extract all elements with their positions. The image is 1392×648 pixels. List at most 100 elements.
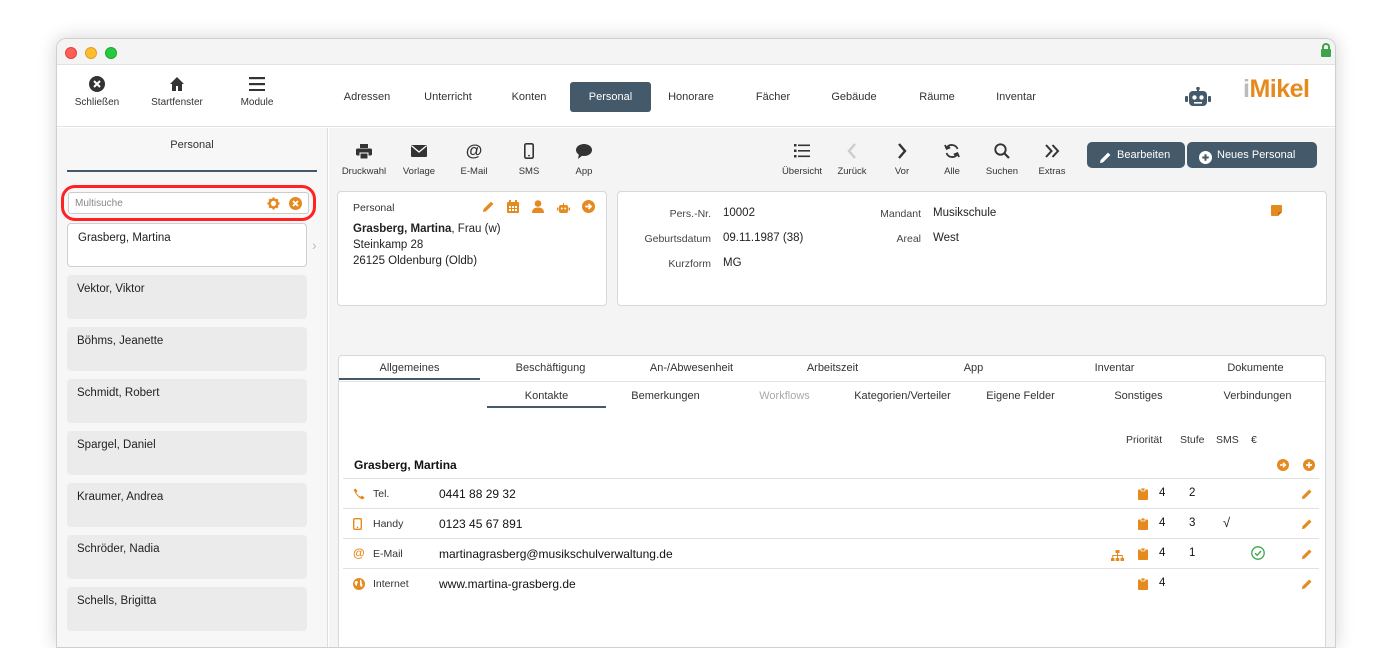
contact-type: E-Mail bbox=[373, 548, 403, 560]
minimize-window-button[interactable] bbox=[85, 47, 97, 59]
bearbeiten-button[interactable]: Bearbeiten bbox=[1087, 142, 1185, 168]
close-window-button[interactable] bbox=[65, 47, 77, 59]
pencil-icon[interactable] bbox=[1301, 547, 1313, 565]
sitemap-icon[interactable] bbox=[1111, 548, 1124, 566]
modules-button[interactable]: Module bbox=[217, 73, 297, 108]
contact-stufe: 3 bbox=[1189, 517, 1196, 529]
multisearch-input[interactable] bbox=[69, 193, 249, 213]
arrow-right-circle-icon[interactable] bbox=[1277, 458, 1289, 476]
nav-tab-gebaeude[interactable]: Gebäude bbox=[817, 82, 891, 112]
contact-value: 0123 45 67 891 bbox=[439, 517, 523, 531]
extras-button[interactable]: Extras bbox=[1022, 140, 1082, 177]
druckwahl-button[interactable]: Druckwahl bbox=[334, 140, 394, 177]
subtab-kategorien-verteiler[interactable]: Kategorien/Verteiler bbox=[843, 390, 962, 408]
pencil-icon[interactable] bbox=[482, 200, 495, 218]
nav-tab-raeume[interactable]: Räume bbox=[905, 82, 969, 112]
tab-app[interactable]: App bbox=[903, 356, 1044, 380]
sms-header: SMS bbox=[1216, 434, 1239, 446]
list-item[interactable]: Spargel, Daniel bbox=[67, 431, 307, 475]
list-item[interactable]: Schmidt, Robert bbox=[67, 379, 307, 423]
clipboard-icon[interactable] bbox=[1138, 577, 1148, 595]
sticky-note-icon[interactable] bbox=[1271, 203, 1282, 221]
sms-button[interactable]: SMS bbox=[499, 140, 559, 177]
person-card-label: Personal bbox=[353, 202, 395, 214]
contact-value: www.martina-grasberg.de bbox=[439, 577, 576, 591]
close-button[interactable]: Schließen bbox=[57, 73, 137, 108]
globe-icon bbox=[353, 577, 365, 595]
contact-type: Handy bbox=[373, 518, 404, 530]
list-item[interactable]: Böhms, Jeanette bbox=[67, 327, 307, 371]
envelope-icon bbox=[389, 140, 449, 162]
nav-tab-konten[interactable]: Konten bbox=[497, 82, 561, 112]
title-bar bbox=[57, 39, 1335, 65]
tab-an-abwesenheit[interactable]: An-/Abwesenheit bbox=[621, 356, 762, 380]
person-name-line: Grasberg, Martina, Frau (w) bbox=[353, 221, 501, 237]
kurzform-value: MG bbox=[723, 257, 742, 269]
calendar-icon[interactable] bbox=[507, 200, 519, 218]
nav-tab-adressen[interactable]: Adressen bbox=[333, 82, 401, 112]
druckwahl-label: Druckwahl bbox=[341, 166, 387, 177]
subtab-sonstiges[interactable]: Sonstiges bbox=[1079, 390, 1198, 408]
nav-tab-personal[interactable]: Personal bbox=[570, 82, 651, 112]
list-item[interactable]: Vektor, Viktor bbox=[67, 275, 307, 319]
sms-label: SMS bbox=[518, 166, 540, 177]
zoom-window-button[interactable] bbox=[105, 47, 117, 59]
alle-label: Alle bbox=[944, 166, 960, 177]
clipboard-icon[interactable] bbox=[1138, 487, 1148, 505]
vorlage-button[interactable]: Vorlage bbox=[389, 140, 449, 177]
robot-icon[interactable] bbox=[557, 201, 570, 219]
add-contact-icon[interactable] bbox=[1303, 458, 1315, 476]
app-button[interactable]: App bbox=[554, 140, 614, 177]
list-item[interactable]: Kraumer, Andrea bbox=[67, 483, 307, 527]
clipboard-icon[interactable] bbox=[1138, 547, 1148, 565]
phone-icon bbox=[353, 487, 365, 505]
at-icon: @ bbox=[353, 546, 365, 560]
home-icon bbox=[137, 73, 217, 95]
check-circle-icon bbox=[1251, 546, 1265, 565]
top-toolbar: Schließen Startfenster Module Adressen U… bbox=[57, 65, 1335, 127]
nav-tab-inventar[interactable]: Inventar bbox=[981, 82, 1051, 112]
tab-arbeitszeit[interactable]: Arbeitszeit bbox=[762, 356, 903, 380]
tab-allgemeines[interactable]: Allgemeines bbox=[339, 356, 480, 380]
pencil-icon[interactable] bbox=[1301, 517, 1313, 535]
tab-divider bbox=[339, 381, 1325, 382]
multisearch-box bbox=[68, 192, 309, 214]
gear-icon[interactable] bbox=[267, 197, 280, 215]
robot-icon[interactable] bbox=[1185, 86, 1211, 114]
pers-nr-value: 10002 bbox=[723, 207, 755, 219]
nav-tab-unterricht[interactable]: Unterricht bbox=[413, 82, 483, 112]
subtab-eigene-felder[interactable]: Eigene Felder bbox=[961, 390, 1080, 408]
user-icon[interactable] bbox=[532, 200, 544, 218]
tab-beschaeftigung[interactable]: Beschäftigung bbox=[480, 356, 621, 380]
pencil-icon bbox=[1099, 148, 1112, 174]
vorlage-label: Vorlage bbox=[402, 166, 436, 177]
subtab-bemerkungen[interactable]: Bemerkungen bbox=[606, 390, 725, 408]
zurueck-label: Zurück bbox=[837, 166, 867, 177]
tab-inventar[interactable]: Inventar bbox=[1044, 356, 1185, 380]
neues-personal-button[interactable]: Neues Personal bbox=[1187, 142, 1317, 168]
subtab-workflows[interactable]: Workflows bbox=[725, 390, 844, 408]
clipboard-icon[interactable] bbox=[1138, 517, 1148, 535]
nav-tab-honorare[interactable]: Honorare bbox=[655, 82, 727, 112]
clear-search-icon[interactable] bbox=[289, 197, 302, 215]
pencil-icon[interactable] bbox=[1301, 487, 1313, 505]
list-item[interactable]: Grasberg, Martina bbox=[67, 223, 307, 267]
person-card: Personal Grasberg, Martina, Frau (w) Ste… bbox=[337, 191, 607, 306]
table-row: @ E-Mail martinagrasberg@musikschulverwa… bbox=[343, 538, 1319, 568]
email-button[interactable]: @ E-Mail bbox=[444, 140, 504, 177]
nav-tab-faecher[interactable]: Fächer bbox=[739, 82, 807, 112]
arrow-right-circle-icon[interactable] bbox=[582, 200, 595, 218]
subtab-verbindungen[interactable]: Verbindungen bbox=[1198, 390, 1317, 408]
home-button[interactable]: Startfenster bbox=[137, 73, 217, 108]
prioritaet-header: Priorität bbox=[1126, 434, 1163, 446]
pencil-icon[interactable] bbox=[1301, 577, 1313, 595]
subtab-kontakte[interactable]: Kontakte bbox=[487, 390, 606, 408]
tab-dokumente[interactable]: Dokumente bbox=[1185, 356, 1326, 380]
list-item[interactable]: Schells, Brigitta bbox=[67, 587, 307, 631]
lock-icon bbox=[1321, 43, 1331, 57]
contact-priority: 4 bbox=[1159, 517, 1166, 529]
detail-tabs-panel: Allgemeines Beschäftigung An-/Abwesenhei… bbox=[338, 355, 1326, 647]
printer-icon bbox=[334, 140, 394, 162]
list-item[interactable]: Schröder, Nadia bbox=[67, 535, 307, 579]
areal-value: West bbox=[933, 232, 959, 244]
